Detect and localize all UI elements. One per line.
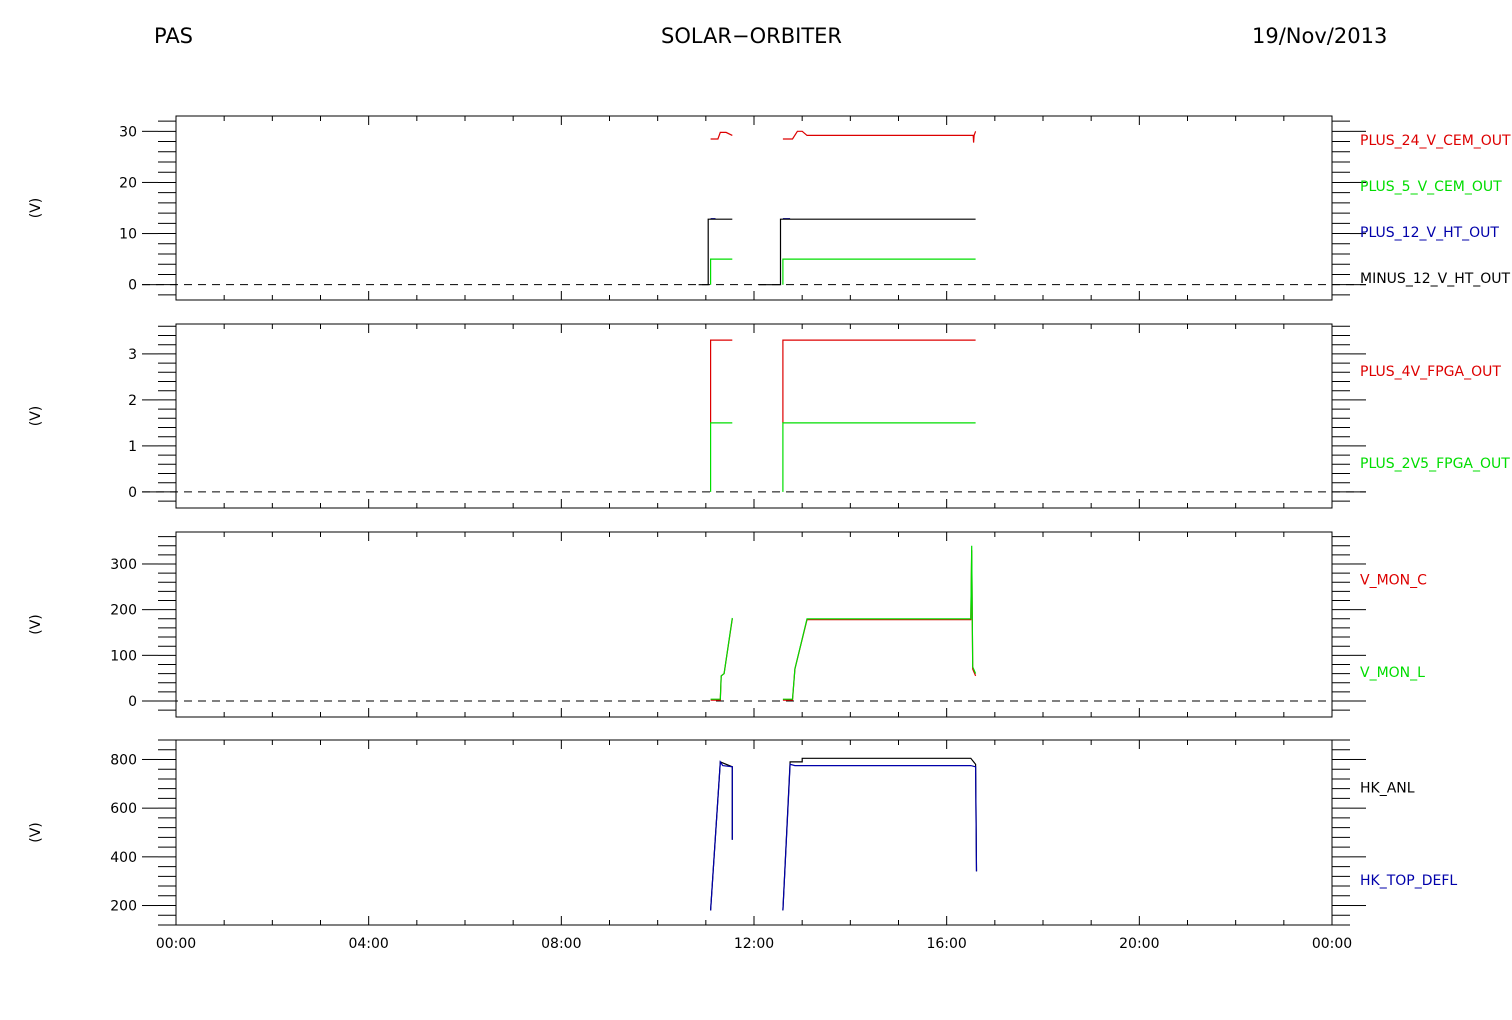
- series-line-minus-12-v-ht-out: [698, 218, 733, 286]
- xtick-label: 16:00: [926, 936, 966, 952]
- chart-area: 0102030(V)PLUS_24_V_CEM_OUTPLUS_5_V_CEM_…: [28, 115, 1511, 952]
- series-line-plus-24-v-cem-out: [710, 131, 733, 140]
- series-line-minus-12-v-ht-out: [758, 218, 976, 286]
- series-label-hk-anl: HK_ANL: [1360, 780, 1415, 796]
- panel-4-ylabel: (V): [28, 822, 44, 843]
- series-line-v-mon-l: [710, 617, 733, 700]
- xtick-label: 20:00: [1119, 936, 1159, 952]
- series-label-minus-12-v-ht-out: MINUS_12_V_HT_OUT: [1360, 271, 1511, 287]
- series-line-hk-anl: [782, 757, 978, 911]
- panel-4-ytick-label: 200: [110, 899, 137, 915]
- panel-1-ytick-label: 10: [119, 227, 137, 243]
- panel-2-ytick-label: 2: [128, 393, 137, 409]
- xtick-label: 12:00: [734, 936, 774, 952]
- panel-1-ytick-label: 0: [128, 278, 137, 294]
- xtick-label: 04:00: [348, 936, 388, 952]
- panel-3-ytick-label: 0: [128, 694, 137, 710]
- series-label-v-mon-c: V_MON_C: [1360, 572, 1427, 588]
- xtick-label: 08:00: [541, 936, 581, 952]
- series-label-plus-12-v-ht-out: PLUS_12_V_HT_OUT: [1360, 225, 1499, 241]
- series-line-hk-anl: [710, 761, 733, 911]
- panel-3-ytick-label: 200: [110, 603, 137, 619]
- series-line-plus-2v5-fpga-out: [782, 422, 976, 492]
- series-line-hk-top-defl: [782, 763, 978, 911]
- panel-4-ytick-label: 400: [110, 850, 137, 866]
- panel-2-ylabel: (V): [28, 406, 44, 427]
- series-label-plus-4v-fpga-out: PLUS_4V_FPGA_OUT: [1360, 364, 1501, 380]
- panel-1-ytick-label: 20: [119, 175, 137, 191]
- panel-3-ytick-label: 100: [110, 648, 137, 664]
- series-line-plus-24-v-cem-out: [782, 130, 977, 143]
- panel-2-frame: [175, 323, 1333, 509]
- panel-4-frame: [175, 739, 1333, 926]
- xtick-label: 00:00: [1312, 936, 1352, 952]
- panel-2-ytick-label: 3: [128, 347, 137, 363]
- xtick-label: 00:00: [156, 936, 196, 952]
- panel-4-ytick-label: 800: [110, 752, 137, 768]
- panel-3-ylabel: (V): [28, 614, 44, 635]
- panel-1-ylabel: (V): [28, 198, 44, 219]
- panel-3-ytick-label: 300: [110, 557, 137, 573]
- series-line-plus-2v5-fpga-out: [709, 422, 733, 492]
- series-label-plus-5-v-cem-out: PLUS_5_V_CEM_OUT: [1360, 179, 1502, 195]
- panel-2-ytick-label: 1: [128, 439, 137, 455]
- series-label-hk-top-defl: HK_TOP_DEFL: [1360, 873, 1457, 889]
- panel-2-ytick-label: 0: [128, 485, 137, 501]
- series-line-plus-4v-fpga-out: [709, 339, 733, 423]
- series-label-plus-24-v-cem-out: PLUS_24_V_CEM_OUT: [1360, 133, 1511, 149]
- series-line-v-mon-c: [710, 618, 733, 701]
- series-line-v-mon-l: [782, 545, 977, 700]
- panel-1-frame: [175, 115, 1333, 301]
- panel-1-ytick-label: 30: [119, 124, 137, 140]
- series-line-plus-5-v-cem-out: [709, 258, 733, 285]
- series-label-plus-2v5-fpga-out: PLUS_2V5_FPGA_OUT: [1360, 456, 1510, 472]
- panel-3-frame: [175, 531, 1333, 718]
- panel-4-ytick-label: 600: [110, 801, 137, 817]
- series-line-v-mon-c: [782, 550, 977, 701]
- series-line-hk-top-defl: [710, 760, 733, 911]
- series-line-plus-5-v-cem-out: [782, 258, 976, 285]
- series-label-v-mon-l: V_MON_L: [1360, 665, 1425, 681]
- series-line-plus-4v-fpga-out: [782, 339, 976, 423]
